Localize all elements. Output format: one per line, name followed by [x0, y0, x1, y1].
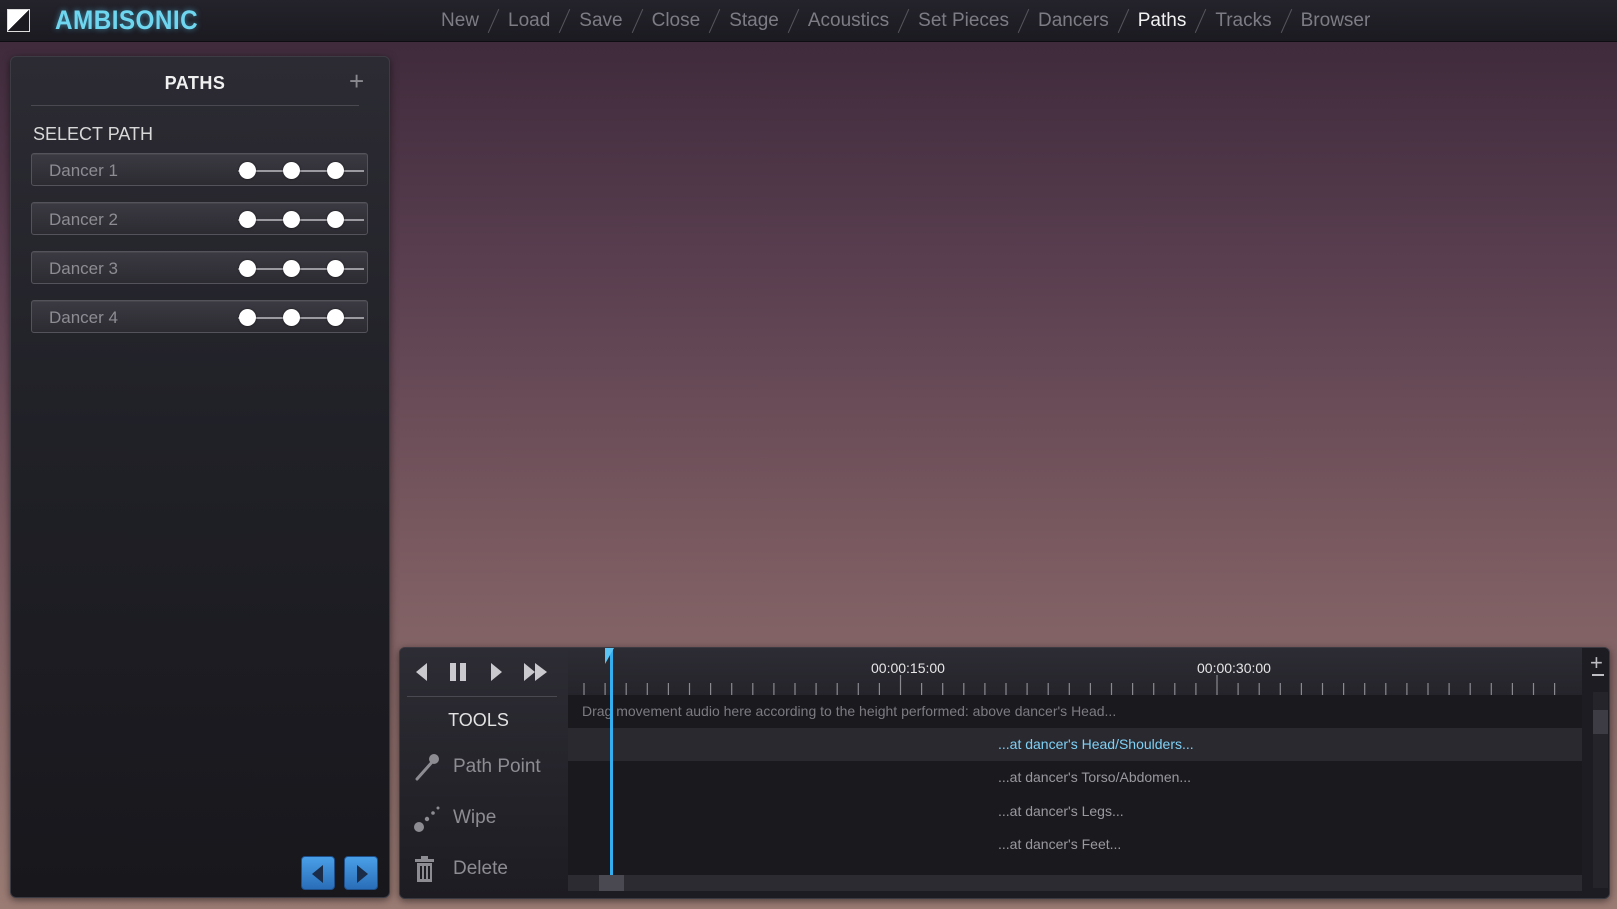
dancer-path-row[interactable]: Dancer 4 — [31, 300, 368, 333]
track-label: ...at dancer's Legs... — [998, 803, 1124, 819]
path-point-knob[interactable] — [283, 162, 300, 179]
nav-item-browser[interactable]: Browser — [1301, 10, 1371, 32]
dancer-path-row[interactable]: Dancer 1 — [31, 153, 368, 186]
play-icon[interactable] — [488, 660, 504, 684]
dancer-name: Dancer 4 — [49, 308, 118, 327]
track-row[interactable]: ...at dancer's Legs... — [568, 795, 1582, 828]
nav-item-load[interactable]: Load — [508, 10, 550, 32]
panel-title: PATHS — [164, 73, 226, 93]
horizontal-scrollbar[interactable] — [568, 875, 1582, 891]
main-nav: New Load Save Close Stage Acoustics Set Pieces… — [441, 0, 1370, 42]
nav-item-close[interactable]: Close — [652, 10, 701, 32]
timeline-ruler[interactable]: 00:00:15:00 00:00:30:00 — [568, 648, 1582, 695]
track-label: ...at dancer's Feet... — [998, 836, 1122, 852]
nav-separator — [1117, 8, 1129, 34]
nav-item-paths[interactable]: Paths — [1138, 10, 1187, 32]
path-point-knob[interactable] — [327, 162, 344, 179]
tool-label: Delete — [453, 858, 508, 879]
path-slider-track — [238, 317, 364, 319]
wipe-icon — [414, 806, 440, 832]
path-slider-track — [238, 170, 364, 172]
pause-icon[interactable] — [447, 660, 469, 684]
track-row[interactable]: ...at dancer's Head/Shoulders... — [568, 728, 1582, 761]
nav-item-dancers[interactable]: Dancers — [1038, 10, 1109, 32]
path-point-knob[interactable] — [327, 211, 344, 228]
tool-label: Wipe — [453, 807, 497, 828]
dancer-path-row[interactable]: Dancer 3 — [31, 251, 368, 284]
track-row[interactable]: ...at dancer's Feet... — [568, 828, 1582, 861]
plus-icon[interactable]: + — [349, 67, 364, 95]
top-bar: AMBISONIC New Load Save Close Stage Acoustics… — [0, 0, 1617, 42]
nav-item-acoustics[interactable]: Acoustics — [808, 10, 889, 32]
divider — [407, 696, 557, 697]
track-label: ...at dancer's Torso/Abdomen... — [998, 769, 1192, 785]
path-point-knob[interactable] — [239, 211, 256, 228]
tracks-area[interactable]: Drag movement audio here according to th… — [568, 695, 1582, 875]
vertical-scrollbar: + — [1582, 648, 1609, 898]
dancer-name: Dancer 2 — [49, 210, 118, 229]
tool-label: Path Point — [453, 756, 541, 777]
time-label: 00:00:15:00 — [871, 660, 945, 676]
nav-separator — [708, 8, 721, 34]
tool-path-point[interactable]: Path Point — [412, 750, 562, 784]
nav-separator — [1280, 8, 1292, 34]
path-point-knob[interactable] — [239, 260, 256, 277]
path-point-knob[interactable] — [283, 309, 300, 326]
rewind-icon[interactable] — [413, 660, 429, 684]
playhead-handle[interactable] — [605, 648, 623, 664]
fast-forward-icon[interactable] — [522, 660, 550, 684]
nav-item-tracks[interactable]: Tracks — [1215, 10, 1271, 32]
path-point-knob[interactable] — [327, 260, 344, 277]
logo-icon — [7, 9, 30, 32]
nav-separator — [897, 8, 910, 34]
nav-item-new[interactable]: New — [441, 10, 479, 32]
nav-separator — [487, 8, 500, 34]
path-point-knob[interactable] — [283, 211, 300, 228]
nav-item-stage[interactable]: Stage — [729, 10, 779, 32]
arrow-left-icon[interactable] — [301, 856, 335, 890]
dancer-path-row[interactable]: Dancer 2 — [31, 202, 368, 235]
nav-separator — [1017, 8, 1030, 34]
playhead[interactable] — [610, 648, 613, 875]
select-path-label: SELECT PATH — [33, 124, 154, 144]
path-point-knob[interactable] — [239, 309, 256, 326]
paths-panel: PATHS + SELECT PATH Dancer 1 Dancer 2 Danc… — [10, 56, 390, 898]
tool-wipe[interactable]: Wipe — [412, 801, 562, 835]
path-slider-track — [238, 268, 364, 270]
nav-item-set-pieces[interactable]: Set Pieces — [918, 10, 1009, 32]
ruler-ticks — [583, 675, 1556, 695]
path-point-knob[interactable] — [327, 309, 344, 326]
scrollbar-thumb[interactable] — [599, 875, 624, 891]
drop-hint: Drag movement audio here according to th… — [582, 703, 1117, 719]
scrollbar-thumb[interactable] — [1593, 710, 1608, 734]
dancer-name: Dancer 3 — [49, 259, 118, 278]
tool-delete[interactable]: Delete — [412, 852, 562, 886]
tools-label: TOOLS — [448, 710, 509, 730]
track-row[interactable]: ...at dancer's Torso/Abdomen... — [568, 761, 1582, 794]
arrow-right-icon[interactable] — [344, 856, 378, 890]
zoom-in-icon[interactable]: + — [1590, 652, 1603, 674]
divider — [31, 105, 359, 106]
path-point-knob[interactable] — [239, 162, 256, 179]
path-slider-track — [238, 219, 364, 221]
nav-separator — [559, 8, 571, 34]
pen-icon — [415, 754, 439, 781]
trash-icon — [415, 856, 434, 882]
time-label: 00:00:30:00 — [1197, 660, 1271, 676]
transport-controls: TOOLS Path Point Wipe Delete — [400, 648, 568, 898]
nav-separator — [631, 8, 643, 34]
nav-separator — [1195, 8, 1207, 34]
nav-separator — [787, 8, 800, 34]
path-point-knob[interactable] — [283, 260, 300, 277]
nav-item-save[interactable]: Save — [579, 10, 622, 32]
timeline-panel: TOOLS Path Point Wipe Delete 00:00:15:00… — [399, 647, 1610, 899]
zoom-out-icon[interactable] — [1592, 674, 1604, 676]
dancer-name: Dancer 1 — [49, 161, 118, 180]
app-title: AMBISONIC — [55, 5, 199, 35]
track-label: ...at dancer's Head/Shoulders... — [998, 736, 1194, 752]
